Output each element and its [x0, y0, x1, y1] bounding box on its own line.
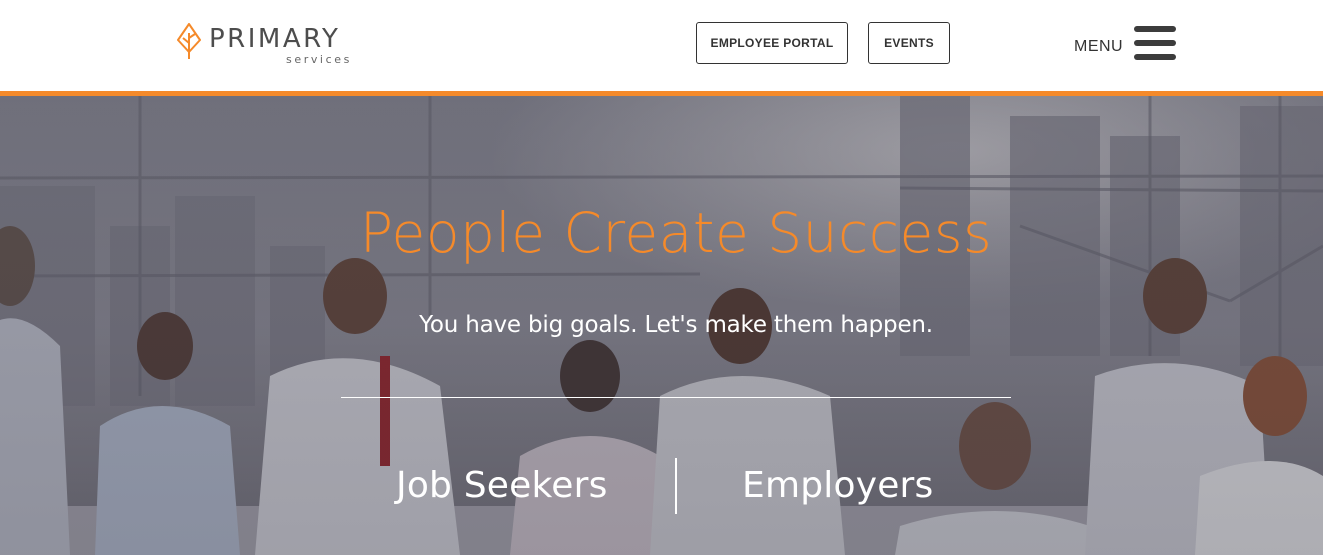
hero-divider: [341, 397, 1011, 398]
employee-portal-button[interactable]: EMPLOYEE PORTAL: [696, 22, 848, 64]
hero-section: People Create Success You have big goals…: [0, 96, 1323, 555]
employers-link[interactable]: Employers: [742, 459, 934, 511]
menu-label: MENU: [1074, 38, 1124, 55]
site-header: PRIMARY services EMPLOYEE PORTAL EVENTS …: [0, 0, 1323, 91]
logo-wordmark: PRIMARY: [209, 24, 341, 54]
logo-subtitle: services: [286, 53, 352, 66]
job-seekers-link[interactable]: Job Seekers: [396, 459, 608, 511]
hero-title: People Create Success: [359, 201, 993, 265]
site-logo[interactable]: PRIMARY services: [176, 22, 366, 68]
hero-subtitle: You have big goals. Let's make them happ…: [419, 312, 933, 338]
menu-toggle[interactable]: MENU: [1074, 26, 1178, 62]
hero-link-separator: [675, 458, 677, 514]
hamburger-icon: [1134, 26, 1176, 60]
diamond-leaf-logo-icon: [177, 23, 201, 59]
events-button[interactable]: EVENTS: [868, 22, 950, 64]
